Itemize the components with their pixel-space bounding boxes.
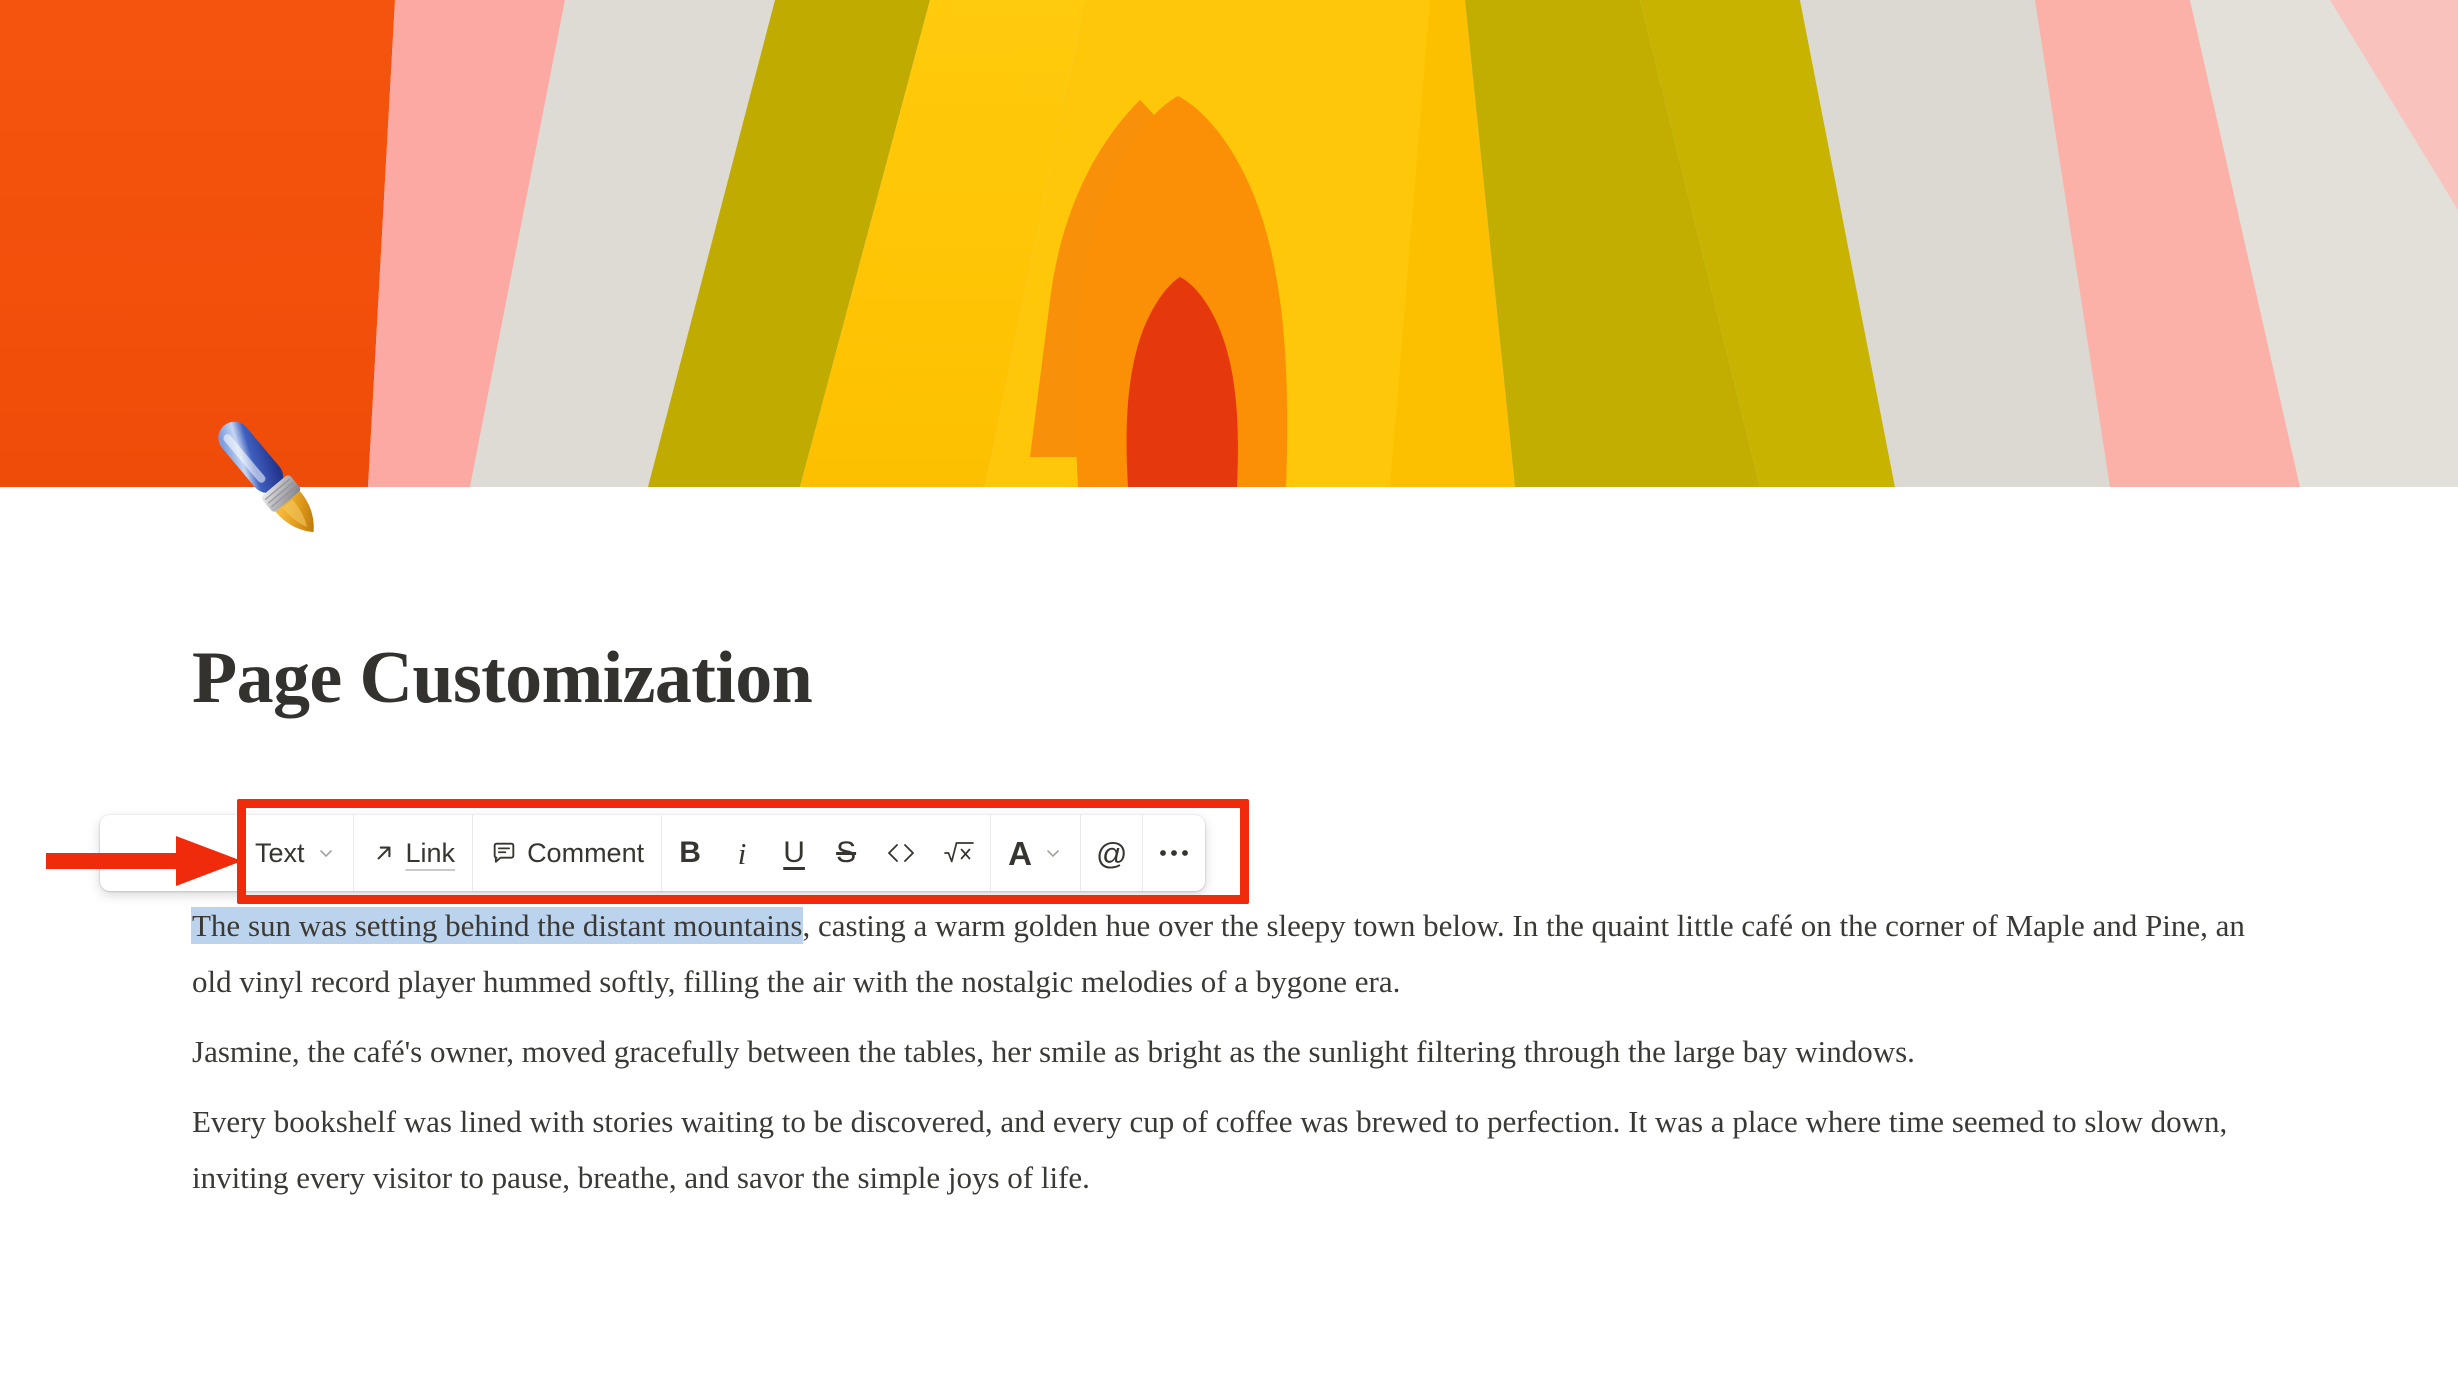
bold-button[interactable]: B	[664, 826, 716, 880]
comment-label: Comment	[527, 837, 645, 868]
at-sign-icon: @	[1095, 835, 1128, 871]
cover-image[interactable]	[0, 0, 2458, 487]
text-style-dropdown[interactable]: Text	[240, 826, 351, 880]
chevron-down-icon	[316, 843, 336, 863]
link-label: Link	[405, 837, 456, 868]
paintbrush-icon[interactable]	[186, 398, 346, 558]
paragraph-3[interactable]: Every bookshelf was lined with stories w…	[192, 1094, 2282, 1206]
text-style-label: Text	[255, 837, 305, 868]
toolbar-group-comment: Comment	[472, 815, 661, 891]
underline-icon: U	[783, 836, 805, 869]
toolbar-group-color: A	[990, 815, 1080, 891]
code-button[interactable]	[872, 826, 930, 880]
toolbar-group-more	[1142, 815, 1205, 891]
bold-icon: B	[679, 836, 701, 869]
arrow-up-right-icon	[371, 840, 397, 866]
toolbar-group-inline-format: B i U S	[661, 815, 990, 891]
italic-icon: i	[737, 835, 747, 871]
comment-button[interactable]: Comment	[475, 826, 659, 880]
toolbar-group-link: Link	[352, 815, 473, 891]
code-brackets-icon	[885, 840, 917, 866]
link-button[interactable]: Link	[356, 826, 471, 880]
underline-button[interactable]: U	[768, 826, 820, 880]
page-title[interactable]: Page Customization	[192, 636, 813, 721]
selected-text[interactable]: The sun was setting behind the distant m…	[192, 908, 803, 943]
paragraph-2[interactable]: Jasmine, the café's owner, moved gracefu…	[192, 1024, 2282, 1080]
ellipsis-icon	[1158, 847, 1190, 859]
document-body[interactable]: The sun was setting behind the distant m…	[192, 898, 2282, 1206]
paragraph-1[interactable]: The sun was setting behind the distant m…	[192, 898, 2282, 1010]
formatting-toolbar[interactable]: Text Link Comment B i U S A @	[100, 815, 1206, 891]
equation-button[interactable]	[930, 826, 988, 880]
chevron-down-icon-color	[1043, 843, 1063, 863]
italic-button[interactable]: i	[716, 826, 768, 880]
more-options-button[interactable]	[1145, 826, 1203, 880]
mention-button[interactable]: @	[1083, 826, 1140, 880]
toolbar-group-mention: @	[1079, 815, 1142, 891]
document-page: Page Customization The sun was setting b…	[0, 0, 2458, 1394]
strikethrough-button[interactable]: S	[820, 826, 872, 880]
text-color-dropdown[interactable]: A	[993, 826, 1078, 880]
toolbar-group-block-type: Text	[238, 815, 353, 891]
comment-bubble-icon	[490, 839, 518, 867]
toolbar-leading-space	[100, 815, 238, 891]
strikethrough-icon: S	[836, 836, 857, 869]
text-color-icon: A	[1008, 834, 1032, 872]
square-root-icon	[943, 839, 975, 867]
